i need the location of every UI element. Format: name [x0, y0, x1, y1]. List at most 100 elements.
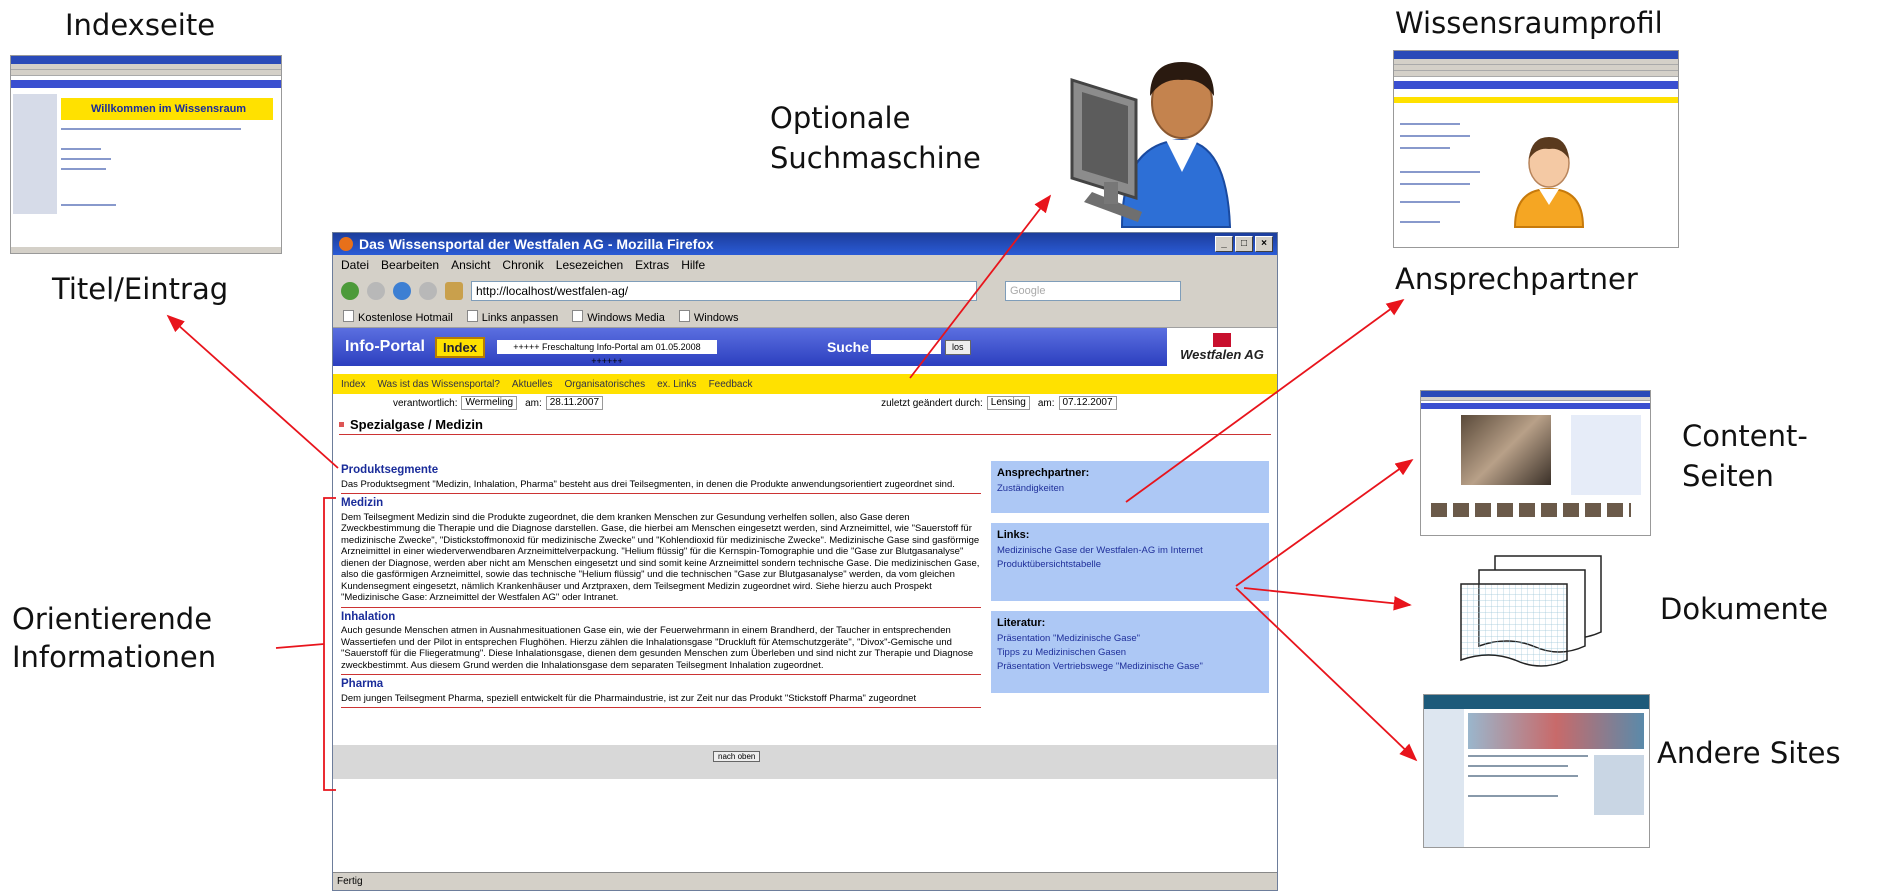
browser-window: Das Wissensportal der Westfalen AG - Moz… — [332, 232, 1278, 891]
back-icon[interactable] — [341, 282, 359, 300]
arrow-titel-eintrag — [166, 314, 339, 469]
url-bar[interactable]: http://localhost/westfalen-ag/ — [471, 281, 977, 301]
bookmark-windows-media[interactable]: Windows Media — [572, 310, 665, 324]
andere-sites-thumbnail — [1423, 694, 1650, 848]
sidebar: Ansprechpartner: Zuständigkeiten Links: … — [991, 461, 1269, 699]
content-seiten-line1: Content- — [1682, 419, 1808, 453]
changed-date-field: 07.12.2007 — [1058, 396, 1117, 410]
menu-extras[interactable]: Extras — [635, 258, 669, 272]
portal-search-button[interactable]: los — [944, 339, 971, 355]
nav-feedback[interactable]: Feedback — [709, 379, 753, 390]
navigation-toolbar: http://localhost/westfalen-ag/ Google — [333, 275, 1277, 307]
suchmaschine-label: Optionale Suchmaschine — [770, 98, 981, 178]
contact-box-title: Ansprechpartner: — [997, 467, 1090, 479]
page-content: Info-Portal Index +++++ Freschaltung Inf… — [333, 328, 1277, 873]
section-text-pharma: Dem jungen Teilsegment Pharma, speziell … — [341, 693, 981, 708]
link-praesentation-med-gase[interactable]: Präsentation "Medizinische Gase" — [997, 632, 1263, 646]
orientierende-brace — [275, 497, 336, 791]
google-search-input[interactable]: Google — [1005, 281, 1181, 301]
section-text-inhalation: Auch gesunde Menschen atmen in Ausnahmes… — [341, 625, 981, 675]
suchmaschine-line2: Suchmaschine — [770, 141, 981, 175]
home-icon[interactable] — [445, 282, 463, 300]
wissensraumprofil-label: Wissensraumprofil — [1395, 6, 1663, 40]
portal-search-label: Suche — [826, 339, 869, 355]
content-seiten-line2: Seiten — [1682, 459, 1774, 493]
news-ticker: +++++ Freschaltung Info-Portal am 01.05.… — [496, 340, 717, 366]
responsible-field: Wermeling — [461, 396, 518, 410]
link-vertriebswege[interactable]: Präsentation Vertriebswege "Medizinische… — [997, 660, 1263, 674]
content-seiten-thumbnail — [1420, 390, 1651, 536]
andere-sites-label: Andere Sites — [1657, 736, 1841, 770]
page-title: Spezialgase / Medizin — [339, 414, 1271, 435]
section-heading-pharma: Pharma — [341, 678, 384, 690]
suchmaschine-line1: Optionale — [770, 101, 911, 135]
menu-bar: Datei Bearbeiten Ansicht Chronik Lesezei… — [333, 255, 1277, 275]
index-button[interactable]: Index — [435, 336, 485, 358]
page-title-bullet — [339, 421, 344, 427]
portal-header: Info-Portal Index +++++ Freschaltung Inf… — [333, 328, 1277, 366]
link-produktuebersicht[interactable]: Produktübersichtstabelle — [997, 558, 1263, 572]
menu-datei[interactable]: Datei — [341, 258, 369, 272]
menu-hilfe[interactable]: Hilfe — [681, 258, 705, 272]
menu-chronik[interactable]: Chronik — [502, 258, 543, 272]
nav-ex-links[interactable]: ex. Links — [657, 379, 696, 390]
link-zustaendigkeiten[interactable]: Zuständigkeiten — [997, 482, 1263, 496]
forward-icon[interactable] — [367, 282, 385, 300]
changed-by-field: Lensing — [986, 396, 1030, 410]
portal-nav: Index Was ist das Wissensportal? Aktuell… — [333, 374, 1277, 394]
westfalen-logo: Westfalen AG — [1167, 328, 1277, 366]
link-medizinische-gase-internet[interactable]: Medizinische Gase der Westfalen-AG im In… — [997, 544, 1263, 558]
main-article: Produktsegmente Das Produktsegment "Medi… — [341, 461, 981, 708]
date-label: am: — [525, 397, 542, 409]
nav-was-ist[interactable]: Was ist das Wissensportal? — [377, 379, 499, 390]
menu-lesezeichen[interactable]: Lesezeichen — [556, 258, 623, 272]
firefox-icon — [339, 237, 353, 251]
page-footer-band — [333, 745, 1277, 779]
stop-icon[interactable] — [419, 282, 437, 300]
bookmark-hotmail[interactable]: Kostenlose Hotmail — [343, 310, 453, 324]
bookmark-links-anpassen[interactable]: Links anpassen — [467, 310, 558, 324]
status-text: Fertig — [337, 876, 363, 887]
nav-aktuelles[interactable]: Aktuelles — [512, 379, 553, 390]
index-page-thumbnail: Willkommen im Wissensraum — [10, 55, 282, 254]
menu-ansicht[interactable]: Ansicht — [451, 258, 490, 272]
minimize-button[interactable]: _ — [1215, 236, 1233, 252]
close-button[interactable]: × — [1255, 236, 1273, 252]
changed-by-label: zuletzt geändert durch: — [881, 397, 983, 409]
links-box-title: Links: — [997, 529, 1030, 541]
nav-index[interactable]: Index — [341, 379, 365, 390]
window-titlebar: Das Wissensportal der Westfalen AG - Moz… — [333, 233, 1277, 255]
nav-organisatorisches[interactable]: Organisatorisches — [565, 379, 646, 390]
wissensraumprofil-thumbnail — [1393, 50, 1679, 248]
bookmark-windows[interactable]: Windows — [679, 310, 739, 324]
index-welcome-text: Willkommen im Wissensraum — [91, 103, 247, 115]
orientierende-line2: Informationen — [12, 640, 217, 674]
portal-title: Info-Portal — [345, 338, 425, 355]
documents-icon — [1460, 555, 1602, 667]
menu-bearbeiten[interactable]: Bearbeiten — [381, 258, 439, 272]
ansprechpartner-person-icon — [1513, 137, 1585, 228]
link-tipps-med-gase[interactable]: Tipps zu Medizinischen Gasen — [997, 646, 1263, 660]
scroll-up-button[interactable]: nach oben — [713, 751, 761, 762]
maximize-button[interactable]: □ — [1235, 236, 1253, 252]
reload-icon[interactable] — [393, 282, 411, 300]
dokumente-label: Dokumente — [1660, 592, 1829, 626]
contact-box: Ansprechpartner: Zuständigkeiten — [991, 461, 1269, 513]
portal-search-input[interactable] — [870, 340, 941, 354]
content-seiten-label: Content- Seiten — [1682, 416, 1808, 496]
section-heading-medizin: Medizin — [341, 497, 384, 509]
window-title: Das Wissensportal der Westfalen AG - Moz… — [359, 236, 714, 252]
meta-row: verantwortlich: Wermeling am: 28.11.2007… — [333, 394, 1277, 412]
page-title-text: Spezialgase / Medizin — [350, 416, 483, 432]
orientierende-label: Orientierende Informationen — [12, 600, 216, 676]
literature-box: Literatur: Präsentation "Medizinische Ga… — [991, 611, 1269, 693]
search-engine-user-icon — [1070, 62, 1232, 228]
ansprechpartner-label: Ansprechpartner — [1395, 262, 1638, 296]
section-heading-inhalation: Inhalation — [341, 610, 396, 623]
section-text-produktsegmente: Das Produktsegment "Medizin, Inhalation,… — [341, 479, 981, 494]
status-bar: Fertig — [333, 872, 1277, 890]
date-field: 28.11.2007 — [545, 396, 604, 410]
titel-eintrag-label: Titel/Eintrag — [52, 272, 229, 306]
responsible-label: verantwortlich: — [393, 397, 458, 409]
links-box: Links: Medizinische Gase der Westfalen-A… — [991, 523, 1269, 601]
